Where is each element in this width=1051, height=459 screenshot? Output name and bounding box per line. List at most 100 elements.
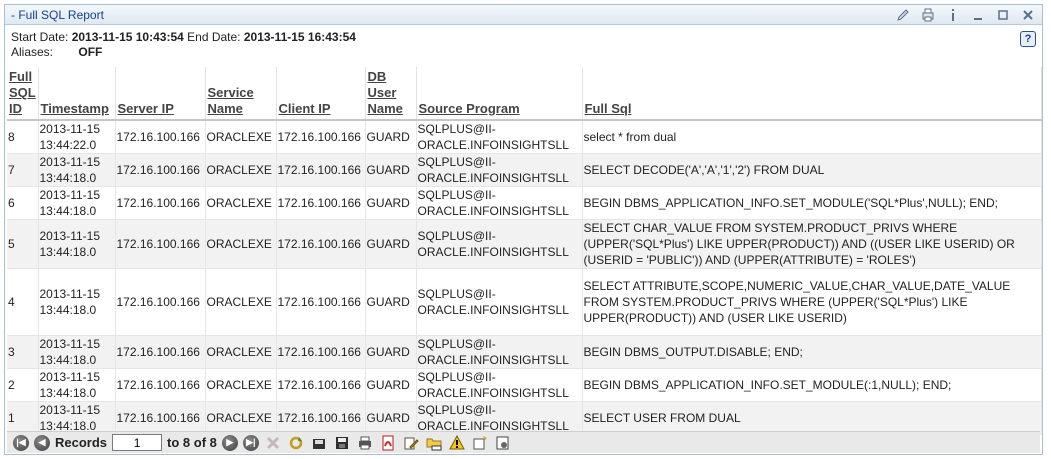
table-row[interactable]: 3 2013-11-15 13:44:18.0 172.16.100.166 O… — [7, 335, 1042, 369]
cell-program: SQLPLUS@II-ORACLE.INFOINSIGHTSLL — [416, 268, 583, 336]
info-icon[interactable] — [945, 7, 961, 23]
cell-user: GUARD — [365, 335, 417, 369]
pagination-toolbar: |◀ ◀ Records to 8 of 8 ▶ ▶| — [7, 431, 1040, 453]
cell-user: GUARD — [365, 219, 417, 269]
title-bar: - Full SQL Report — [5, 5, 1042, 25]
cell-server-ip: 172.16.100.166 — [115, 401, 206, 435]
cell-user: GUARD — [365, 186, 417, 220]
cell-service: ORACLEXE — [205, 268, 277, 336]
refresh-icon[interactable] — [287, 434, 305, 452]
end-date-value: 2013-11-15 16:43:54 — [243, 30, 356, 44]
cell-timestamp: 2013-11-15 13:44:18.0 — [38, 268, 116, 336]
table-row[interactable]: 7 2013-11-15 13:44:18.0 172.16.100.166 O… — [7, 153, 1042, 187]
column-header-db-user-name[interactable]: DB User Name — [365, 67, 417, 121]
pdf-icon[interactable] — [379, 434, 397, 452]
cell-service: ORACLEXE — [205, 219, 277, 269]
cell-sql: SELECT CHAR_VALUE FROM SYSTEM.PRODUCT_PR… — [582, 219, 1042, 269]
delete-icon[interactable] — [264, 434, 282, 452]
cell-sql: BEGIN DBMS_OUTPUT.DISABLE; END; — [582, 335, 1042, 369]
edit-icon[interactable] — [895, 7, 911, 23]
close-icon[interactable] — [1020, 7, 1036, 23]
report-panel: - Full SQL Report Start Date: 2013-11-15… — [4, 4, 1043, 455]
maximize-icon[interactable] — [995, 7, 1011, 23]
title-tools — [895, 7, 1036, 23]
cell-id: 4 — [7, 268, 39, 336]
cell-id: 6 — [7, 186, 39, 220]
print-report-icon[interactable] — [356, 434, 374, 452]
cell-sql: BEGIN DBMS_APPLICATION_INFO.SET_MODULE(:… — [582, 368, 1042, 402]
minimize-icon[interactable] — [970, 7, 986, 23]
print-icon[interactable] — [920, 7, 936, 23]
table-row[interactable]: 6 2013-11-15 13:44:18.0 172.16.100.166 O… — [7, 186, 1042, 220]
aliases-label: Aliases: — [11, 45, 54, 59]
folder-binary-icon[interactable] — [425, 434, 443, 452]
cell-user: GUARD — [365, 401, 417, 435]
cell-client-ip: 172.16.100.166 — [276, 186, 366, 220]
export-icon[interactable] — [310, 434, 328, 452]
cell-id: 1 — [7, 401, 39, 435]
cell-service: ORACLEXE — [205, 401, 277, 435]
last-page-icon[interactable]: ▶| — [242, 434, 259, 451]
settings-report-icon[interactable] — [494, 434, 512, 452]
column-header-source-program[interactable]: Source Program — [416, 67, 583, 121]
cell-timestamp: 2013-11-15 13:44:18.0 — [38, 401, 116, 435]
cell-sql: SELECT USER FROM DUAL — [582, 401, 1042, 435]
report-parameters: Start Date: 2013-11-15 10:43:54 End Date… — [5, 25, 1042, 63]
cell-server-ip: 172.16.100.166 — [115, 153, 206, 187]
column-header-full-sql[interactable]: Full Sql — [582, 67, 1042, 121]
sql-report-table: Full SQL ID Timestamp Server IP Service … — [7, 67, 1042, 435]
page-number-input[interactable] — [112, 434, 163, 451]
cell-id: 2 — [7, 368, 39, 402]
cell-user: GUARD — [365, 268, 417, 336]
previous-page-icon[interactable]: ◀ — [34, 434, 50, 451]
column-header-timestamp[interactable]: Timestamp — [38, 67, 116, 121]
cell-client-ip: 172.16.100.166 — [276, 153, 366, 187]
cell-sql: SELECT DECODE('A','A','1','2') FROM DUAL — [582, 153, 1042, 187]
table-row[interactable]: 8 2013-11-15 13:44:22.0 172.16.100.166 O… — [7, 120, 1042, 154]
cell-server-ip: 172.16.100.166 — [115, 186, 206, 220]
cell-user: GUARD — [365, 120, 417, 154]
cell-id: 8 — [7, 120, 39, 154]
next-page-icon[interactable]: ▶ — [221, 434, 238, 451]
column-header-server-ip[interactable]: Server IP — [115, 67, 206, 121]
table-row[interactable]: 2 2013-11-15 13:44:18.0 172.16.100.166 O… — [7, 368, 1042, 402]
cell-client-ip: 172.16.100.166 — [276, 268, 366, 336]
cell-service: ORACLEXE — [205, 186, 277, 220]
cell-timestamp: 2013-11-15 13:44:18.0 — [38, 335, 116, 369]
record-count: to 8 of 8 — [167, 435, 217, 450]
column-header-service-name[interactable]: Service Name — [205, 67, 277, 121]
cell-program: SQLPLUS@II-ORACLE.INFOINSIGHTSLL — [416, 335, 583, 369]
cell-timestamp: 2013-11-15 13:44:22.0 — [38, 120, 116, 154]
cell-server-ip: 172.16.100.166 — [115, 120, 206, 154]
cell-id: 7 — [7, 153, 39, 187]
cell-program: SQLPLUS@II-ORACLE.INFOINSIGHTSLL — [416, 120, 583, 154]
column-header-client-ip[interactable]: Client IP — [276, 67, 366, 121]
cell-user: GUARD — [365, 153, 417, 187]
help-icon[interactable]: ? — [1020, 31, 1036, 47]
save-icon[interactable] — [333, 434, 351, 452]
window-title: - Full SQL Report — [11, 7, 104, 22]
table-row[interactable]: 4 2013-11-15 13:44:18.0 172.16.100.166 O… — [7, 268, 1042, 336]
cell-server-ip: 172.16.100.166 — [115, 219, 206, 269]
cell-program: SQLPLUS@II-ORACLE.INFOINSIGHTSLL — [416, 368, 583, 402]
cell-server-ip: 172.16.100.166 — [115, 368, 206, 402]
cell-server-ip: 172.16.100.166 — [115, 268, 206, 336]
first-page-icon[interactable]: |◀ — [13, 434, 29, 451]
table-row[interactable]: 5 2013-11-15 13:44:18.0 172.16.100.166 O… — [7, 219, 1042, 269]
aliases-value: OFF — [78, 45, 103, 59]
date-range: Start Date: 2013-11-15 10:43:54 End Date… — [11, 30, 1036, 45]
header-row: Full SQL ID Timestamp Server IP Service … — [7, 67, 1042, 121]
table-row[interactable]: 1 2013-11-15 13:44:18.0 172.16.100.166 O… — [7, 401, 1042, 435]
cell-program: SQLPLUS@II-ORACLE.INFOINSIGHTSLL — [416, 219, 583, 269]
cell-id: 5 — [7, 219, 39, 269]
new-item-icon[interactable] — [471, 434, 489, 452]
start-date-label: Start Date: — [11, 30, 69, 44]
column-header-full-sql-id[interactable]: Full SQL ID — [7, 67, 39, 121]
cell-service: ORACLEXE — [205, 368, 277, 402]
cell-client-ip: 172.16.100.166 — [276, 368, 366, 402]
cell-program: SQLPLUS@II-ORACLE.INFOINSIGHTSLL — [416, 153, 583, 187]
alert-icon[interactable] — [448, 434, 466, 452]
cell-timestamp: 2013-11-15 13:44:18.0 — [38, 219, 116, 269]
edit-report-icon[interactable] — [402, 434, 420, 452]
cell-service: ORACLEXE — [205, 153, 277, 187]
